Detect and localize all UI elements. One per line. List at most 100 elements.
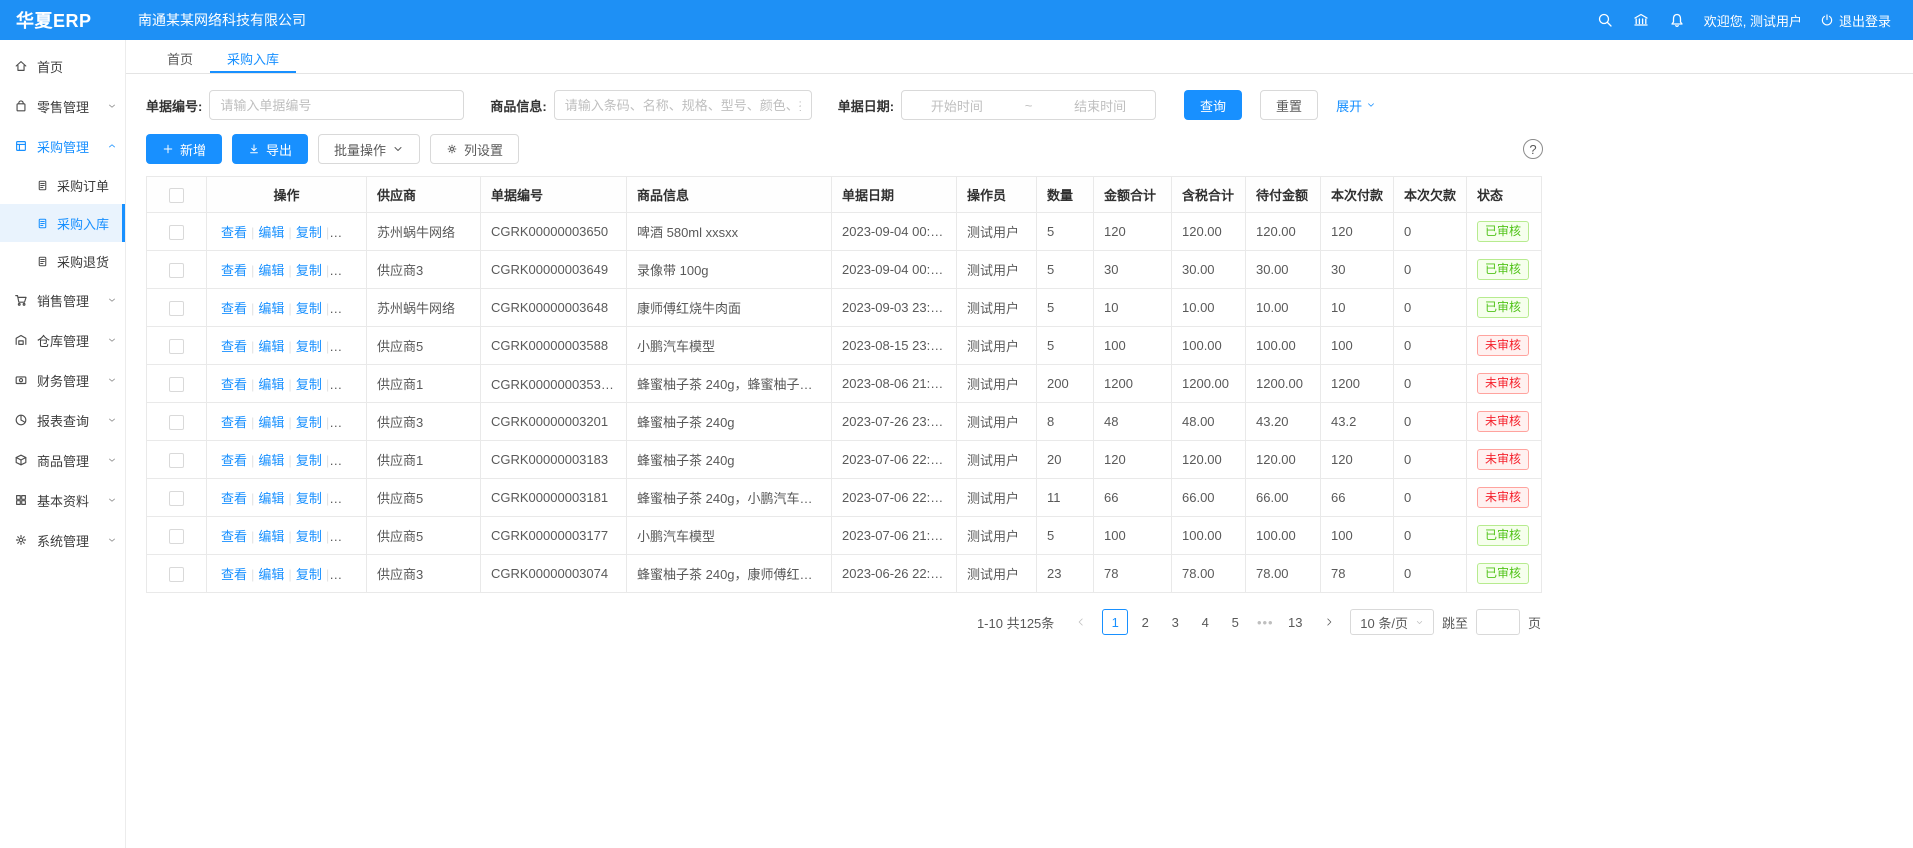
export-button[interactable]: 导出 <box>232 134 308 164</box>
row-action-copy[interactable]: 复制 <box>296 339 322 354</box>
row-action-view[interactable]: 查看 <box>221 491 247 506</box>
row-action-copy[interactable]: 复制 <box>296 415 322 430</box>
sidebar-item-goods[interactable]: 商品管理 <box>0 440 125 480</box>
expand-filters-link[interactable]: 展开 <box>1336 96 1376 115</box>
row-actions-cell: 查看|编辑|复制|删除 <box>207 327 367 365</box>
sidebar-item-warehouse[interactable]: 仓库管理 <box>0 320 125 360</box>
row-checkbox[interactable] <box>169 301 184 316</box>
tab-purchase-in[interactable]: 采购入库 <box>210 40 296 73</box>
row-action-view[interactable]: 查看 <box>221 263 247 278</box>
page-size-select[interactable]: 10 条/页 <box>1350 609 1434 635</box>
row-action-edit[interactable]: 编辑 <box>258 263 284 278</box>
row-action-view[interactable]: 查看 <box>221 567 247 582</box>
row-checkbox[interactable] <box>169 263 184 278</box>
sidebar-item-purchase-order[interactable]: 采购订单 <box>0 166 125 204</box>
row-checkbox[interactable] <box>169 377 184 392</box>
cell-debt: 0 <box>1394 479 1467 517</box>
row-action-copy[interactable]: 复制 <box>296 491 322 506</box>
row-action-copy[interactable]: 复制 <box>296 225 322 240</box>
jump-page-input[interactable] <box>1476 609 1520 635</box>
row-action-view[interactable]: 查看 <box>221 377 247 392</box>
pagination-page-3[interactable]: 3 <box>1162 609 1188 635</box>
row-action-edit[interactable]: 编辑 <box>258 491 284 506</box>
cell-product: 蜂蜜柚子茶 240g <box>627 403 832 441</box>
row-action-edit[interactable]: 编辑 <box>258 377 284 392</box>
add-button[interactable]: 新增 <box>146 134 222 164</box>
row-action-copy[interactable]: 复制 <box>296 263 322 278</box>
select-all-checkbox[interactable] <box>169 188 184 203</box>
pagination-page-1[interactable]: 1 <box>1102 609 1128 635</box>
reset-button[interactable]: 重置 <box>1260 90 1318 120</box>
cell-product: 录像带 100g <box>627 251 832 289</box>
row-action-edit[interactable]: 编辑 <box>258 415 284 430</box>
logout-button[interactable]: 退出登录 <box>1820 11 1891 30</box>
row-checkbox[interactable] <box>169 453 184 468</box>
pagination-page-2[interactable]: 2 <box>1132 609 1158 635</box>
row-action-copy[interactable]: 复制 <box>296 377 322 392</box>
row-action-view[interactable]: 查看 <box>221 301 247 316</box>
cell-tax_total: 78.00 <box>1172 555 1246 593</box>
row-action-view[interactable]: 查看 <box>221 225 247 240</box>
sidebar-item-reports[interactable]: 报表查询 <box>0 400 125 440</box>
action-separator: | <box>288 529 291 544</box>
row-checkbox[interactable] <box>169 225 184 240</box>
bill-number-input[interactable] <box>209 90 464 120</box>
sidebar-item-purchase-return[interactable]: 采购退货 <box>0 242 125 280</box>
row-checkbox[interactable] <box>169 491 184 506</box>
row-action-edit[interactable]: 编辑 <box>258 339 284 354</box>
date-range-picker[interactable]: 开始时间 ~ 结束时间 <box>901 90 1156 120</box>
cell-paid: 100 <box>1321 327 1394 365</box>
search-button[interactable]: 查询 <box>1184 90 1242 120</box>
sidebar-item-system[interactable]: 系统管理 <box>0 520 125 560</box>
row-action-edit[interactable]: 编辑 <box>258 225 284 240</box>
row-action-copy[interactable]: 复制 <box>296 529 322 544</box>
pagination-ellipsis: ••• <box>1252 609 1278 635</box>
row-action-edit[interactable]: 编辑 <box>258 301 284 316</box>
bell-icon[interactable] <box>1668 11 1686 29</box>
row-checkbox[interactable] <box>169 339 184 354</box>
row-action-edit[interactable]: 编辑 <box>258 529 284 544</box>
sidebar-item-finance[interactable]: 财务管理 <box>0 360 125 400</box>
sidebar-item-label: 采购管理 <box>37 137 89 156</box>
row-checkbox[interactable] <box>169 529 184 544</box>
row-action-view[interactable]: 查看 <box>221 453 247 468</box>
product-info-label: 商品信息: <box>490 96 546 115</box>
row-action-copy[interactable]: 复制 <box>296 567 322 582</box>
cell-operator: 测试用户 <box>957 213 1037 251</box>
cell-operator: 测试用户 <box>957 403 1037 441</box>
cell-status: 已审核 <box>1467 251 1542 289</box>
sidebar-item-purchase[interactable]: 采购管理 <box>0 126 125 166</box>
sidebar-item-purchase-in[interactable]: 采购入库 <box>0 204 125 242</box>
row-action-edit[interactable]: 编辑 <box>258 453 284 468</box>
help-icon[interactable]: ? <box>1523 139 1543 159</box>
column-settings-button[interactable]: 列设置 <box>430 134 519 164</box>
row-checkbox[interactable] <box>169 567 184 582</box>
next-page-button[interactable] <box>1316 609 1342 635</box>
row-action-view[interactable]: 查看 <box>221 339 247 354</box>
sidebar-item-home[interactable]: 首页 <box>0 46 125 86</box>
pagination-page-5[interactable]: 5 <box>1222 609 1248 635</box>
row-action-edit[interactable]: 编辑 <box>258 567 284 582</box>
row-action-copy[interactable]: 复制 <box>296 453 322 468</box>
row-action-view[interactable]: 查看 <box>221 529 247 544</box>
shopping-bag-icon <box>14 99 28 113</box>
pagination-page-13[interactable]: 13 <box>1282 609 1308 635</box>
sidebar-item-basic-data[interactable]: 基本资料 <box>0 480 125 520</box>
search-icon[interactable] <box>1596 11 1614 29</box>
row-action-view[interactable]: 查看 <box>221 415 247 430</box>
plus-icon <box>162 143 174 155</box>
sidebar-item-sales[interactable]: 销售管理 <box>0 280 125 320</box>
document-icon <box>36 217 49 230</box>
expand-label: 展开 <box>1336 96 1362 115</box>
sidebar-item-retail[interactable]: 零售管理 <box>0 86 125 126</box>
prev-page-button[interactable] <box>1068 609 1094 635</box>
cell-tax_total: 120.00 <box>1172 213 1246 251</box>
row-action-copy[interactable]: 复制 <box>296 301 322 316</box>
pagination-page-4[interactable]: 4 <box>1192 609 1218 635</box>
row-checkbox[interactable] <box>169 415 184 430</box>
tab-home[interactable]: 首页 <box>150 40 210 73</box>
bank-icon[interactable] <box>1632 11 1650 29</box>
column-header: 含税合计 <box>1172 177 1246 213</box>
batch-actions-button[interactable]: 批量操作 <box>318 134 420 164</box>
product-info-input[interactable] <box>554 90 812 120</box>
